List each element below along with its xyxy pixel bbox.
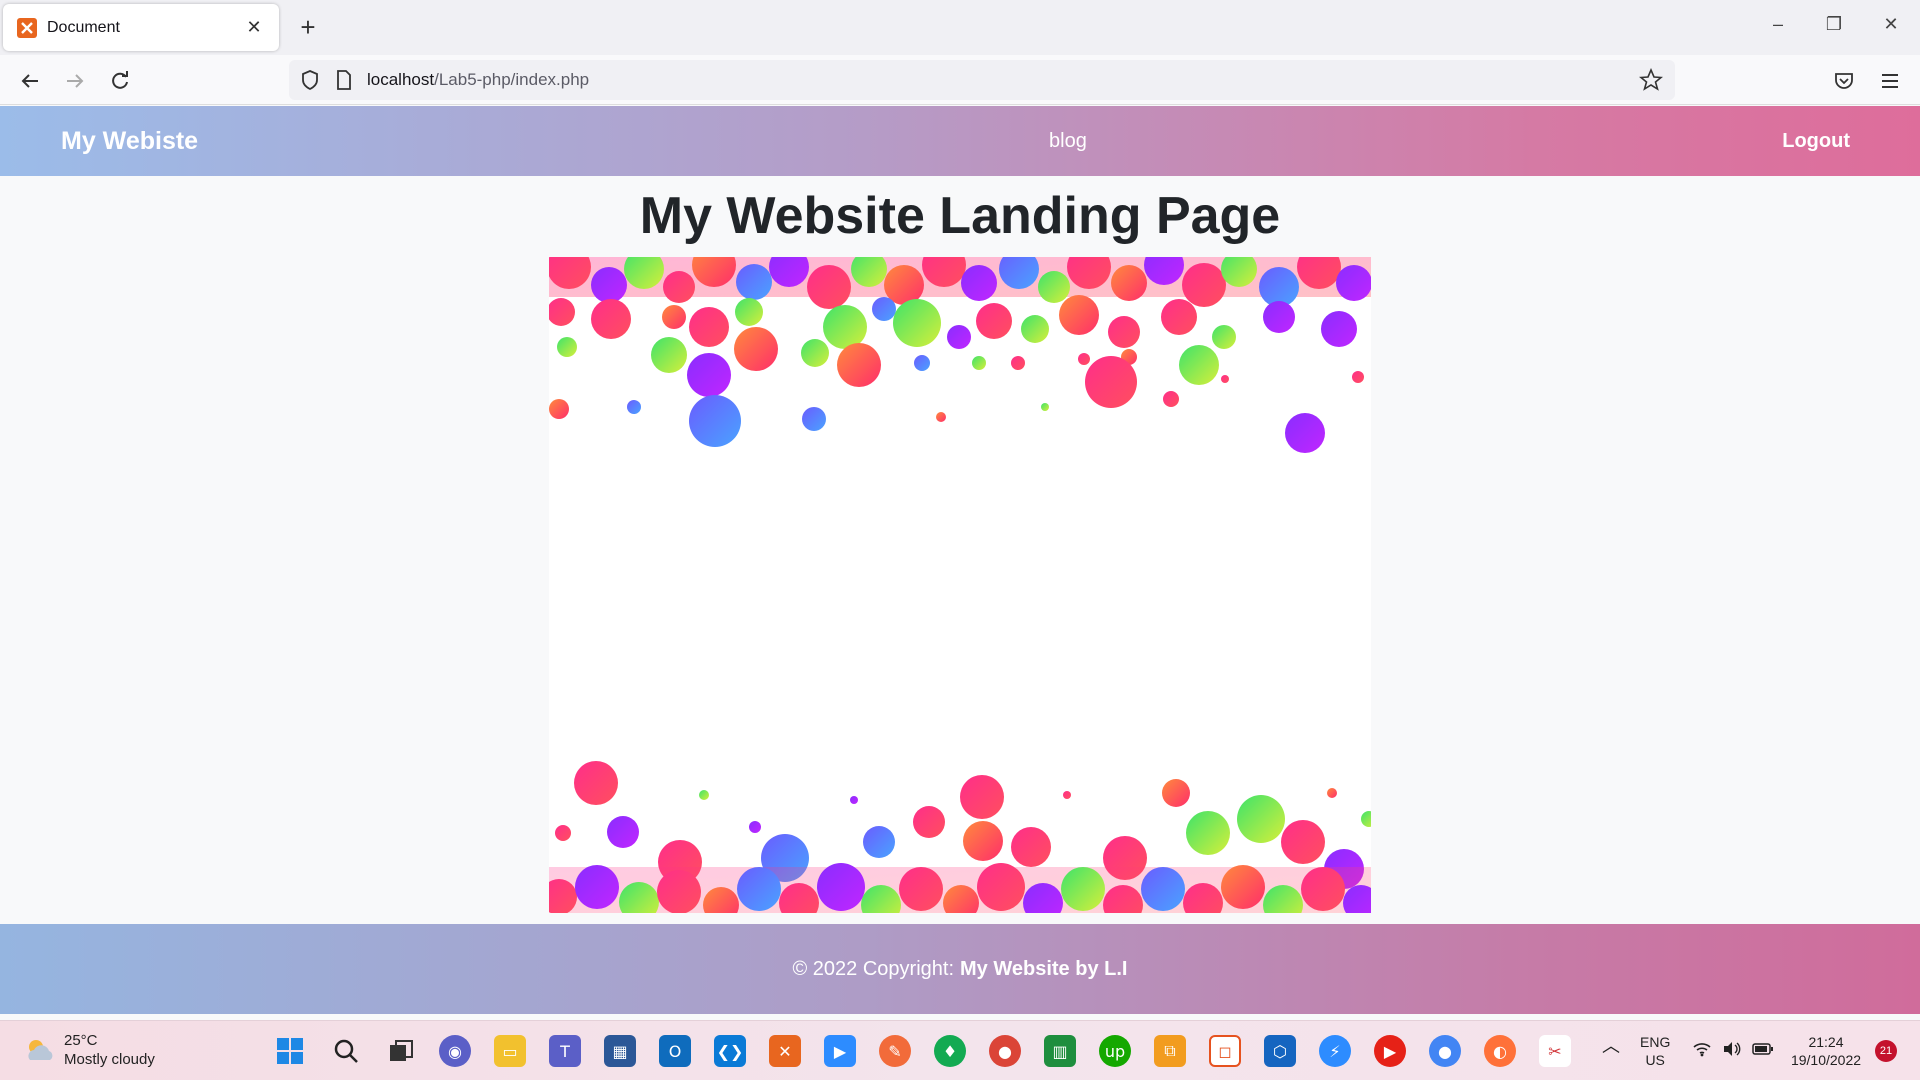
tracking-shield-icon[interactable] [299, 69, 321, 96]
clock-time: 21:24 [1808, 1034, 1844, 1050]
task-view-icon[interactable] [385, 1035, 417, 1067]
windows-app-icon[interactable]: ⧉ [1154, 1035, 1186, 1067]
language-code: ENG [1640, 1034, 1671, 1050]
xampp-favicon-icon [17, 17, 37, 38]
chrome-icon[interactable]: ● [989, 1035, 1021, 1067]
chrome-profile-icon[interactable]: ● [1429, 1035, 1461, 1067]
new-tab-button[interactable]: + [294, 13, 322, 41]
mongodb-compass-icon[interactable]: ♦ [934, 1035, 966, 1067]
site-navbar: My Webiste blog Logout [0, 106, 1920, 176]
close-window-icon[interactable]: ✕ [1876, 14, 1906, 35]
teams-icon[interactable]: T [549, 1035, 581, 1067]
vscode-icon[interactable]: ❮❯ [714, 1035, 746, 1067]
start-icon[interactable] [274, 1035, 306, 1067]
xampp-icon[interactable]: ✕ [769, 1035, 801, 1067]
forward-icon[interactable] [61, 67, 89, 95]
browser-toolbar: localhost/Lab5-php/index.php [0, 55, 1920, 105]
outlook-icon[interactable]: O [659, 1035, 691, 1067]
file-explorer-icon[interactable]: ▭ [494, 1035, 526, 1067]
logout-link[interactable]: Logout [1782, 130, 1850, 153]
microsoft-store-icon[interactable]: ▦ [604, 1035, 636, 1067]
youtube-music-icon[interactable]: ▶ [1374, 1035, 1406, 1067]
tab-bar: Document ✕ + – ❐ ✕ [0, 0, 1920, 55]
spreadsheet-app-icon[interactable]: ▥ [1044, 1035, 1076, 1067]
notification-badge[interactable]: 21 [1875, 1040, 1897, 1062]
confetti-illustration [549, 257, 1371, 913]
bookmark-star-icon[interactable] [1638, 67, 1664, 97]
tray-overflow-chevron-icon[interactable]: ︿ [1602, 1037, 1620, 1055]
upwork-icon[interactable]: up [1099, 1035, 1131, 1067]
pocket-icon[interactable] [1830, 67, 1858, 95]
page-title: My Website Landing Page [639, 187, 1281, 245]
tab-title: Document [47, 18, 120, 36]
reload-icon[interactable] [106, 67, 134, 95]
back-icon[interactable] [16, 67, 44, 95]
address-bar[interactable]: localhost/Lab5-php/index.php [289, 60, 1675, 100]
language-indicator[interactable]: ENG US [1640, 1033, 1670, 1069]
weather-desc: Mostly cloudy [64, 1051, 155, 1068]
partly-cloudy-icon [28, 1040, 53, 1060]
weather-widget[interactable]: 25°C Mostly cloudy [22, 1031, 155, 1069]
menu-icon[interactable] [1876, 67, 1904, 95]
site-brand[interactable]: My Webiste [61, 127, 198, 156]
firefox-icon[interactable]: ◐ [1484, 1035, 1516, 1067]
weather-temp: 25°C [64, 1032, 98, 1049]
hero-image [549, 257, 1371, 913]
nav-link-blog[interactable]: blog [1049, 130, 1087, 153]
url-text: localhost/Lab5-php/index.php [367, 70, 590, 89]
region-code: US [1645, 1052, 1665, 1068]
virtualbox-icon[interactable]: ⬡ [1264, 1035, 1296, 1067]
snipping-tool-icon[interactable]: ✂ [1539, 1035, 1571, 1067]
messenger-icon[interactable]: ⚡ [1319, 1035, 1351, 1067]
battery-icon[interactable] [1752, 1041, 1774, 1061]
postman-icon[interactable]: ✎ [879, 1035, 911, 1067]
messaging-app-icon[interactable]: ◻ [1209, 1035, 1241, 1067]
footer-owner-link[interactable]: My Website by L.I [960, 958, 1127, 981]
page-info-icon[interactable] [335, 69, 353, 96]
wifi-icon[interactable] [1692, 1041, 1712, 1061]
tab-close-icon[interactable]: ✕ [243, 17, 265, 38]
restore-icon[interactable]: ❐ [1819, 14, 1849, 35]
site-footer: © 2022 Copyright: My Website by L.I [0, 924, 1920, 1014]
footer-copyright: © 2022 Copyright: [792, 957, 955, 980]
chat-icon[interactable]: ◉ [439, 1035, 471, 1067]
search-icon[interactable] [330, 1035, 362, 1067]
minimize-icon[interactable]: – [1763, 14, 1793, 35]
volume-icon[interactable] [1722, 1041, 1742, 1061]
clock[interactable]: 21:24 19/10/2022 [1790, 1033, 1862, 1069]
windows-taskbar: 25°C Mostly cloudy ◉ ▭ T ▦ O ❮❯ ✕ ▶ ✎ ♦ … [0, 1020, 1920, 1080]
zoom-icon[interactable]: ▶ [824, 1035, 856, 1067]
browser-tab-document[interactable]: Document ✕ [3, 4, 279, 51]
clock-date: 19/10/2022 [1790, 1052, 1862, 1068]
